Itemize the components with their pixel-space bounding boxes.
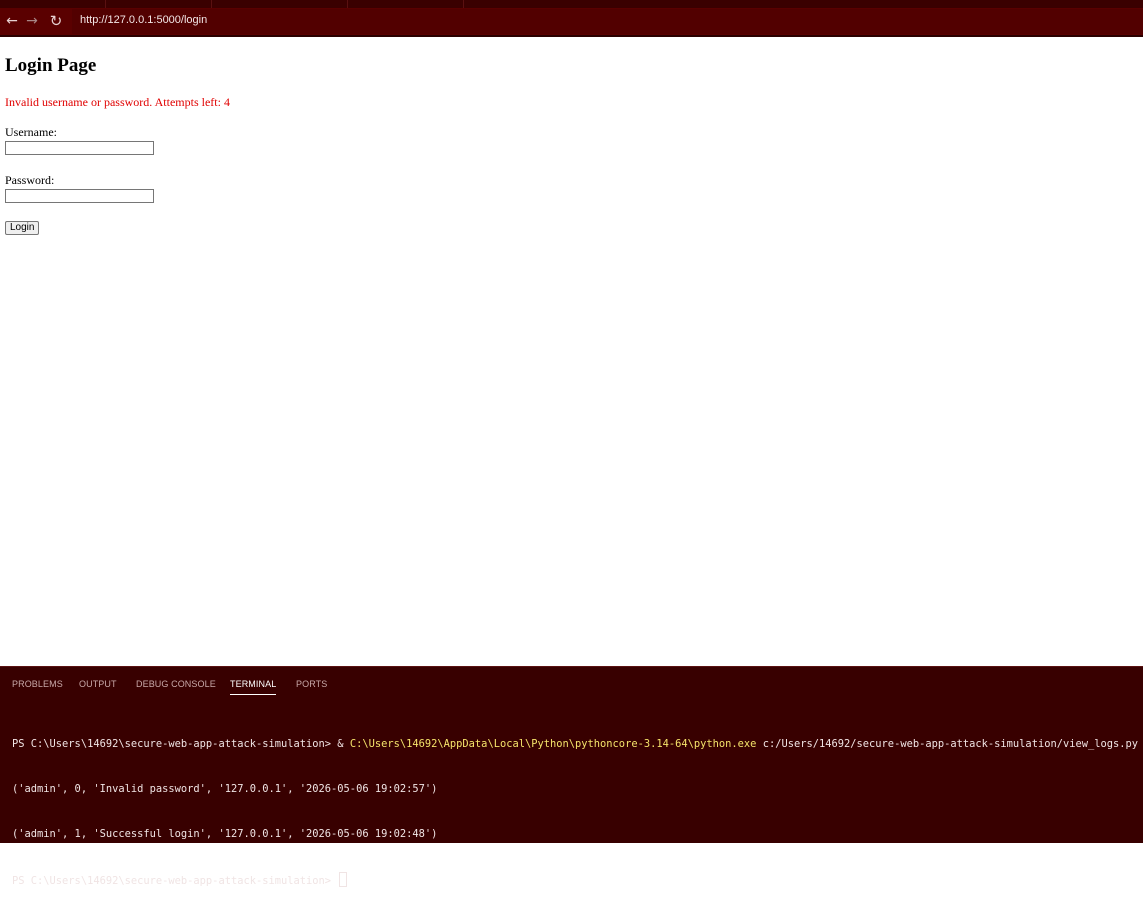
- terminal-command-line: PS C:\Users\14692\secure-web-app-attack-…: [12, 737, 1139, 752]
- browser-tab[interactable]: [106, 0, 212, 8]
- terminal-prompt: PS C:\Users\14692\secure-web-app-attack-…: [12, 875, 338, 887]
- page-title: Login Page: [5, 55, 97, 76]
- address-bar[interactable]: http://127.0.0.1:5000/login: [72, 9, 1143, 34]
- arrow-right-icon[interactable]: →: [22, 10, 42, 32]
- tab-ports[interactable]: PORTS: [296, 679, 327, 689]
- error-message: Invalid username or password. Attempts l…: [5, 95, 230, 109]
- tab-terminal[interactable]: TERMINAL: [230, 679, 277, 695]
- panel-tab-bar: PROBLEMS OUTPUT DEBUG CONSOLE TERMINAL P…: [0, 667, 1143, 697]
- browser-toolbar: ← → ↻ http://127.0.0.1:5000/login: [0, 8, 1143, 35]
- terminal-prompt: PS C:\Users\14692\secure-web-app-attack-…: [12, 738, 338, 750]
- tab-problems[interactable]: PROBLEMS: [12, 679, 63, 689]
- username-input[interactable]: [5, 141, 154, 155]
- terminal-script-path: c:/Users/14692/secure-web-app-attack-sim…: [756, 738, 1139, 750]
- login-button[interactable]: Login: [5, 221, 40, 235]
- password-label: Password:: [5, 173, 55, 187]
- terminal-operator: &: [337, 738, 350, 750]
- page-content: Login Page Invalid username or password.…: [0, 37, 1143, 666]
- terminal-output-line: ('admin', 0, 'Invalid password', '127.0.…: [12, 783, 438, 795]
- terminal-cursor: [339, 872, 348, 887]
- browser-tab[interactable]: [0, 0, 106, 8]
- browser-tab[interactable]: [348, 0, 464, 8]
- password-input[interactable]: [5, 189, 154, 203]
- username-label: Username:: [5, 125, 57, 139]
- arrow-left-icon[interactable]: ←: [2, 10, 22, 32]
- terminal-exe-path: C:\Users\14692\AppData\Local\Python\pyth…: [349, 738, 757, 750]
- terminal-output[interactable]: PS C:\Users\14692\secure-web-app-attack-…: [12, 707, 1139, 917]
- reload-icon[interactable]: ↻: [46, 10, 66, 32]
- browser-tab-strip: [0, 0, 1143, 8]
- browser-tab[interactable]: [212, 0, 348, 8]
- terminal-panel: PROBLEMS OUTPUT DEBUG CONSOLE TERMINAL P…: [0, 666, 1143, 887]
- address-url: http://127.0.0.1:5000/login: [80, 14, 208, 26]
- terminal-prompt-line: PS C:\Users\14692\secure-web-app-attack-…: [12, 872, 1137, 887]
- terminal-output-line: ('admin', 1, 'Successful login', '127.0.…: [12, 828, 438, 840]
- tab-debug-console[interactable]: DEBUG CONSOLE: [136, 679, 216, 689]
- tab-output[interactable]: OUTPUT: [79, 679, 117, 689]
